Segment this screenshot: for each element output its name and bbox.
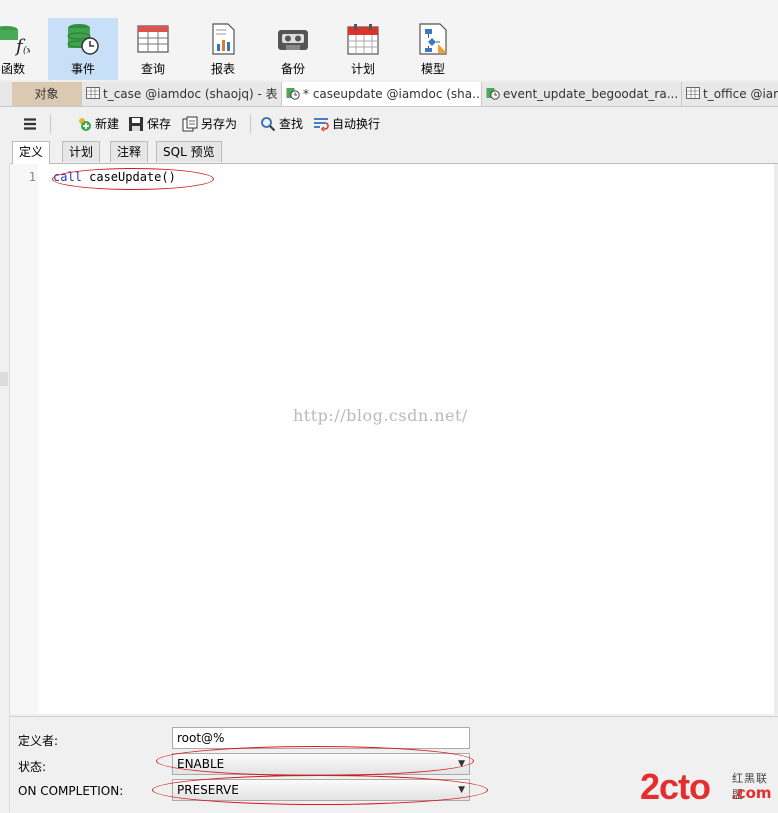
sql-editor[interactable]: 1 call caseUpdate() http://blog.csdn.net…	[10, 164, 778, 714]
tab-comment[interactable]: 注释	[110, 141, 149, 162]
tab-schedule[interactable]: 计划	[62, 141, 101, 162]
tab-definition[interactable]: 定义	[12, 141, 51, 164]
code-text: caseUpdate()	[81, 170, 176, 184]
toolbar-model-button[interactable]: 模型	[398, 18, 468, 80]
logo-main: 2cto	[640, 766, 711, 807]
panel-collapse-handle[interactable]	[0, 372, 8, 386]
tab-caseupdate-label: * caseupdate @iamdoc (sha...	[303, 87, 482, 101]
save-button[interactable]: 保存	[128, 113, 171, 135]
completion-value: PRESERVE	[177, 783, 239, 797]
toolbar-backup-label: 备份	[280, 62, 305, 76]
left-panel-edge	[0, 164, 10, 812]
toolbar-function-label: 函数	[0, 62, 25, 76]
toolbar-separator	[250, 115, 251, 133]
schedule-icon	[347, 24, 379, 55]
save-icon	[129, 117, 143, 131]
object-tab-strip: 对象 t_case @iamdoc (shaojq) - 表 * caseupd…	[0, 82, 778, 107]
tab-schedule-label: 计划	[69, 145, 94, 159]
toolbar-schedule-label: 计划	[350, 62, 375, 76]
tab-caseupdate[interactable]: * caseupdate @iamdoc (sha...	[282, 82, 482, 106]
save-as-icon	[182, 116, 198, 132]
toolbar-event-label: 事件	[70, 62, 95, 76]
completion-select[interactable]: PRESERVE ▼	[172, 779, 470, 801]
event-icon	[67, 24, 99, 55]
new-button[interactable]: 新建	[76, 113, 119, 135]
function-icon: f (x)	[0, 26, 30, 56]
svg-text:(x): (x)	[23, 45, 30, 56]
toolbar-separator	[50, 115, 51, 133]
toolbar-query-label: 查询	[140, 62, 165, 76]
chevron-down-icon: ▼	[458, 785, 465, 795]
tab-t-case-label: t_case @iamdoc (shaojq) - 表	[103, 87, 278, 101]
word-wrap-label: 自动换行	[332, 117, 381, 131]
tab-event-update-label: event_update_begoodat_ra...	[503, 87, 679, 101]
toolbar-report-button[interactable]: 报表	[188, 18, 258, 80]
find-button[interactable]: 查找	[260, 113, 303, 135]
word-wrap-icon	[314, 118, 329, 132]
site-logo: 2cto 红黑联盟 .com	[640, 766, 778, 812]
event-icon	[286, 88, 300, 100]
save-label: 保存	[147, 117, 172, 131]
tab-sql-preview-label: SQL 预览	[163, 145, 215, 159]
tab-event-update[interactable]: event_update_begoodat_ra...	[482, 82, 682, 106]
editor-sub-tabs: 定义 计划 注释 SQL 预览	[10, 140, 778, 164]
chevron-down-icon: ▼	[458, 759, 465, 769]
tab-sql-preview[interactable]: SQL 预览	[156, 141, 222, 162]
line-gutter: 1	[10, 164, 38, 714]
watermark: http://blog.csdn.net/	[293, 406, 468, 425]
toolbar-function-button[interactable]: f (x) 函数	[0, 18, 48, 80]
toolbar-report-label: 报表	[210, 62, 235, 76]
tab-objects[interactable]: 对象	[12, 82, 82, 106]
menu-button[interactable]	[22, 113, 41, 135]
query-icon	[137, 25, 169, 53]
search-icon	[261, 117, 276, 132]
status-value: ENABLE	[177, 757, 225, 771]
event-icon	[486, 88, 500, 100]
save-as-label: 另存为	[201, 117, 238, 131]
completion-label: ON COMPLETION:	[18, 784, 124, 798]
toolbar-query-button[interactable]: 查询	[118, 18, 188, 80]
find-label: 查找	[279, 117, 304, 131]
hamburger-icon	[24, 118, 36, 130]
tab-t-case[interactable]: t_case @iamdoc (shaojq) - 表	[82, 82, 282, 106]
definer-label: 定义者:	[18, 734, 59, 748]
toolbar-model-label: 模型	[420, 62, 445, 76]
editor-scrollbar[interactable]	[774, 164, 778, 714]
status-select[interactable]: ENABLE ▼	[172, 753, 470, 775]
word-wrap-button[interactable]: 自动换行	[313, 113, 380, 135]
tab-comment-label: 注释	[117, 145, 142, 159]
toolbar-event-button[interactable]: 事件	[48, 18, 118, 80]
definer-value: root@%	[177, 731, 225, 745]
status-label: 状态:	[18, 760, 47, 774]
tab-t-office[interactable]: t_office @iam	[682, 82, 778, 106]
tab-objects-label: 对象	[34, 87, 59, 101]
line-number: 1	[28, 170, 36, 184]
report-icon	[212, 23, 235, 55]
new-icon	[79, 118, 91, 131]
tab-definition-label: 定义	[19, 145, 44, 159]
code-line[interactable]: call caseUpdate()	[53, 170, 176, 184]
table-icon	[86, 87, 100, 99]
code-keyword: call	[53, 170, 82, 184]
tab-t-office-label: t_office @iam	[703, 87, 778, 101]
table-icon	[686, 87, 700, 99]
logo-domain: .com	[731, 784, 772, 802]
main-toolbar: f (x) 函数 事件 查询 报表	[0, 0, 778, 80]
save-as-button[interactable]: 另存为	[182, 113, 237, 135]
editor-toolbar: 新建 保存 另存为 查找 自动换行	[10, 110, 778, 138]
toolbar-backup-button[interactable]: 备份	[258, 18, 328, 80]
definer-field[interactable]: root@%	[172, 727, 470, 749]
new-label: 新建	[95, 117, 120, 131]
model-icon	[419, 23, 447, 55]
toolbar-schedule-button[interactable]: 计划	[328, 18, 398, 80]
backup-icon	[278, 30, 308, 50]
